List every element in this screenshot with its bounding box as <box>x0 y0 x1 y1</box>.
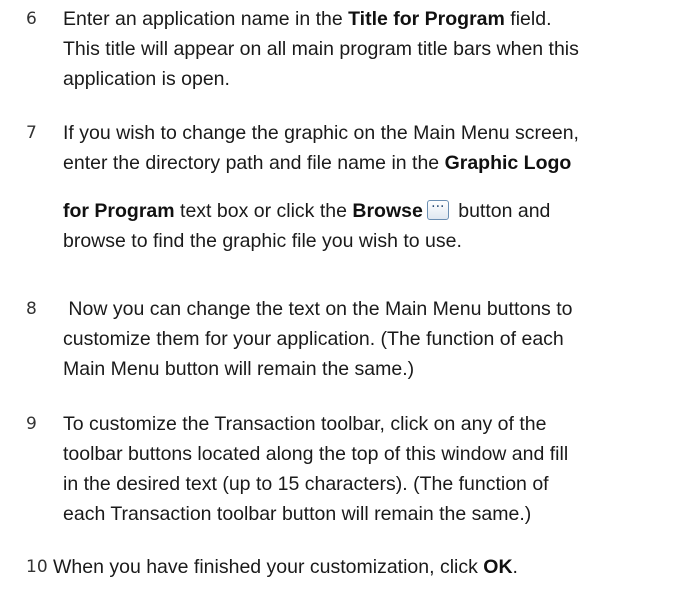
step-10: 10 When you have finished your customiza… <box>26 552 676 582</box>
step-text: Now you can change the text on the Main … <box>63 294 676 384</box>
text-run: When you have finished your customizatio… <box>53 556 484 578</box>
bold-term: Graphic Logo <box>444 152 572 174</box>
step-text: Enter an application name in the Title f… <box>63 4 676 94</box>
step-line: in the desired text (up to 15 characters… <box>63 473 549 495</box>
step-line: for Program text box or click the Browse… <box>63 192 676 226</box>
text-run: Enter an application name in the <box>63 8 349 30</box>
step-number: 8 <box>26 299 37 319</box>
text-run: field. <box>504 8 552 30</box>
step-text: If you wish to change the graphic on the… <box>63 118 676 256</box>
step-line: When you have finished your customizatio… <box>53 552 676 582</box>
step-line: browse to find the graphic file you wish… <box>63 230 462 252</box>
step-line: This title will appear on all main progr… <box>63 38 579 60</box>
step-line: Main Menu button will remain the same.) <box>63 358 415 380</box>
instruction-page: 6 Enter an application name in the Title… <box>0 0 681 598</box>
bold-term: Title for Program <box>348 8 505 30</box>
step-line: Now you can change the text on the Main … <box>63 298 573 320</box>
step-6: 6 Enter an application name in the Title… <box>26 4 676 94</box>
text-run: button and <box>452 200 551 222</box>
step-9: 9 To customize the Transaction toolbar, … <box>26 409 676 529</box>
step-number: 10 <box>26 557 48 577</box>
step-line: toolbar buttons located along the top of… <box>63 443 569 465</box>
step-line: application is open. <box>63 68 230 90</box>
step-number: 9 <box>26 414 37 434</box>
step-line: Enter an application name in the Title f… <box>63 4 676 34</box>
step-line: To customize the Transaction toolbar, cl… <box>63 413 547 435</box>
text-run: enter the directory path and file name i… <box>63 152 445 174</box>
text-run: . <box>512 556 518 578</box>
step-7: 7 If you wish to change the graphic on t… <box>26 118 676 256</box>
bold-term: for Program <box>63 200 175 222</box>
bold-term: OK <box>483 556 513 578</box>
step-line: customize them for your application. (Th… <box>63 328 564 350</box>
step-line: each Transaction toolbar button will rem… <box>63 503 532 525</box>
step-line: enter the directory path and file name i… <box>63 148 676 178</box>
step-text: To customize the Transaction toolbar, cl… <box>63 409 676 529</box>
step-number: 6 <box>26 9 37 29</box>
step-line: If you wish to change the graphic on the… <box>63 122 579 144</box>
step-text: When you have finished your customizatio… <box>53 552 676 582</box>
step-8: 8 Now you can change the text on the Mai… <box>26 294 676 384</box>
ellipsis-browse-icon <box>426 192 449 222</box>
text-run: text box or click the <box>174 200 353 222</box>
step-number: 7 <box>26 123 37 143</box>
bold-term: Browse <box>352 200 423 222</box>
